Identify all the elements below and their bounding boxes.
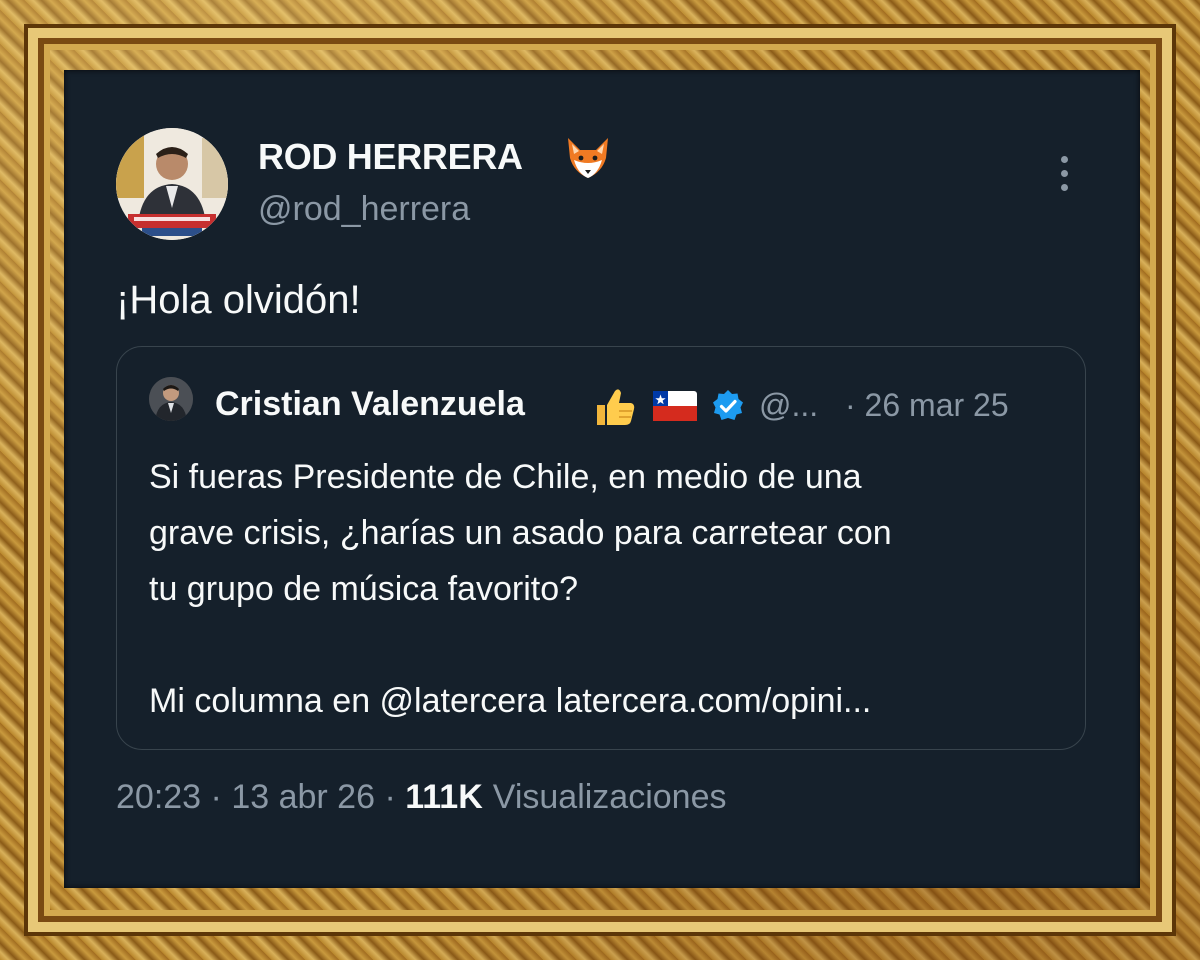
quoted-author-name[interactable]: Cristian Valenzuela [215, 385, 525, 424]
author-avatar[interactable] [116, 128, 228, 240]
tweet-date[interactable]: 13 abr 26 [231, 778, 375, 816]
quoted-text-line: Si fueras Presidente de Chile, en medio … [149, 458, 862, 496]
chile-flag-emoji-icon [653, 391, 697, 421]
author-name[interactable]: ROD HERRERA [258, 136, 523, 178]
fox-emoji-icon [564, 136, 612, 180]
quoted-author-handle[interactable]: @... [759, 387, 818, 424]
author-handle[interactable]: @rod_herrera [258, 190, 470, 229]
quoted-text-line: grave crisis, ¿harías un asado para carr… [149, 514, 892, 552]
gold-picture-frame: ROD HERRERA @rod_herrera ¡Hola olvidón! [0, 0, 1200, 960]
tweet-text: ¡Hola olvidón! [116, 278, 361, 322]
quoted-tweet-text: Si fueras Presidente de Chile, en medio … [149, 449, 1059, 729]
tweet-metadata: 20:23 · 13 abr 26 · 111K Visualizaciones [116, 778, 727, 817]
separator: · [210, 778, 222, 816]
quoted-text-line: tu grupo de música favorito? [149, 570, 579, 608]
separator: · [384, 778, 396, 816]
more-vertical-icon[interactable] [1054, 154, 1074, 194]
quoted-link-line[interactable]: Mi columna en @latercera latercera.com/o… [149, 673, 1059, 729]
quoted-tweet[interactable]: Cristian Valenzuela @... · 26 mar 25 Si … [116, 346, 1086, 750]
quoted-author-avatar[interactable] [149, 377, 193, 421]
views-count: 111K [405, 778, 483, 816]
views-label: Visualizaciones [492, 778, 727, 816]
tweet-card[interactable]: ROD HERRERA @rod_herrera ¡Hola olvidón! [64, 70, 1140, 888]
verified-badge-icon [711, 389, 745, 423]
quoted-date[interactable]: · 26 mar 25 [845, 387, 1009, 424]
thumbs-up-emoji-icon [597, 389, 697, 425]
tweet-time[interactable]: 20:23 [116, 778, 201, 816]
